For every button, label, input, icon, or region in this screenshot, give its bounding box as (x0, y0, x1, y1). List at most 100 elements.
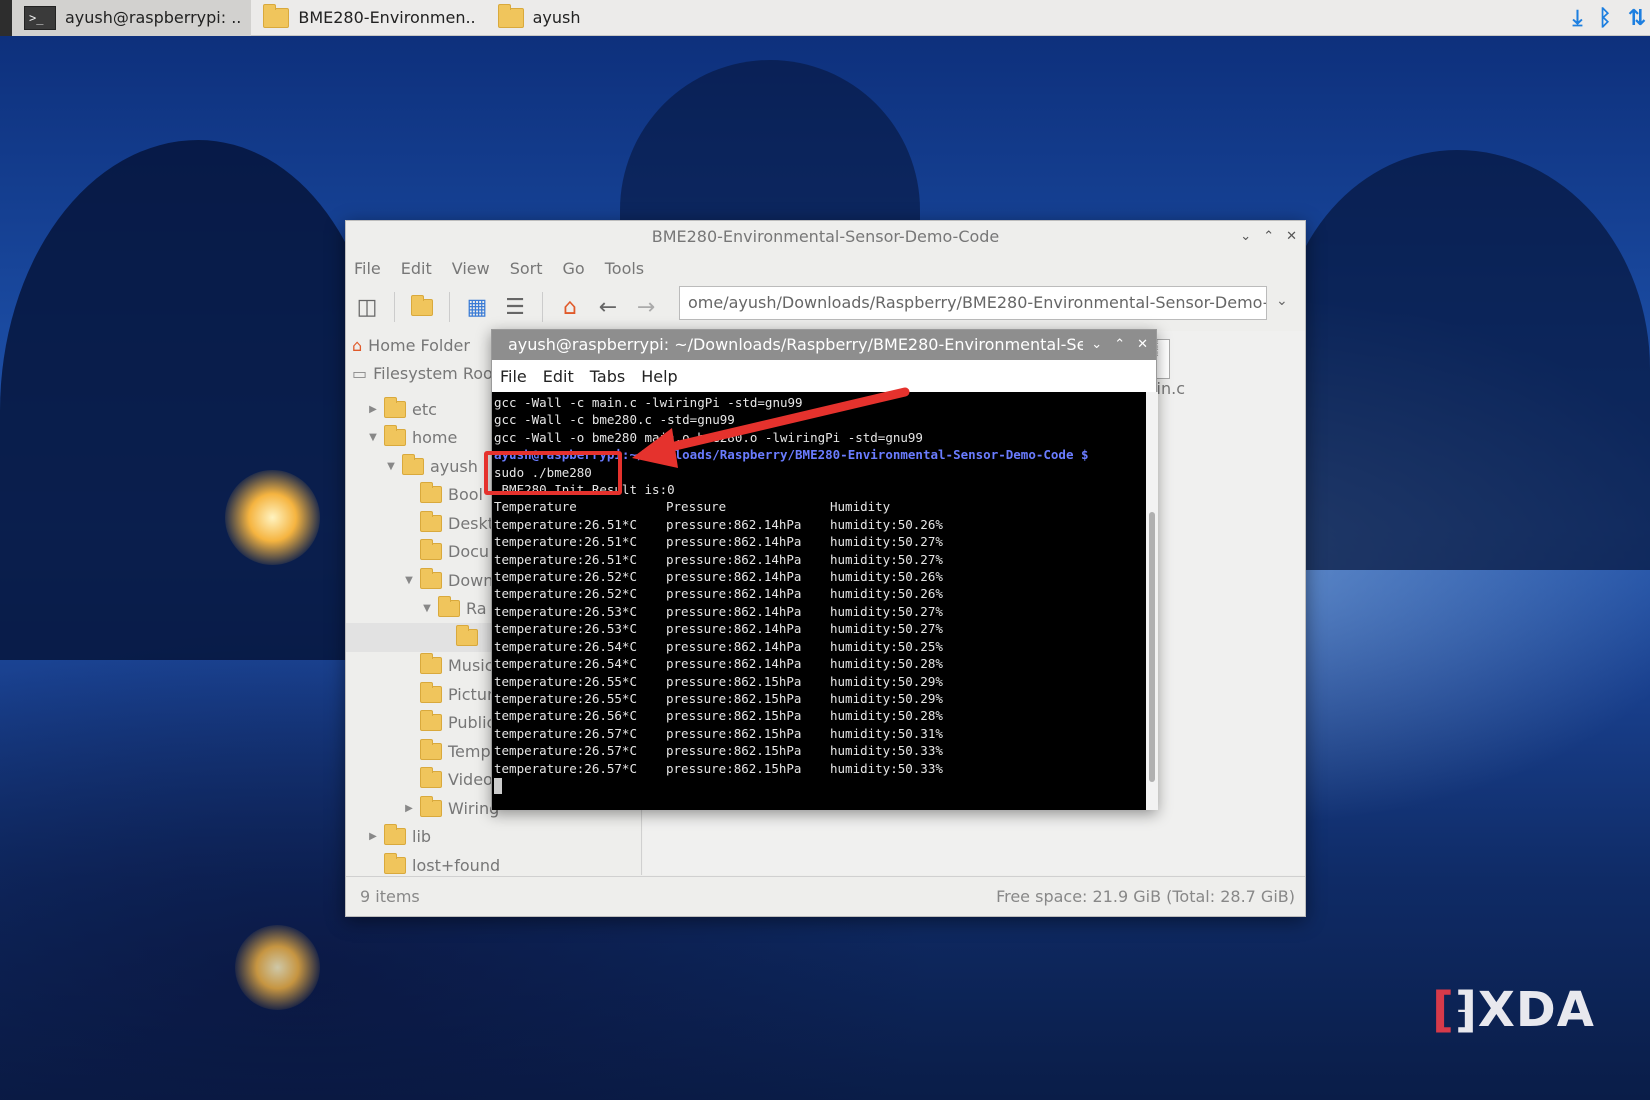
divider (394, 292, 395, 322)
menu-edit[interactable]: Edit (401, 259, 432, 278)
download-icon[interactable]: ⤓ (1573, 6, 1583, 31)
place-label: Home Folder (368, 335, 470, 355)
folder-icon (384, 852, 406, 874)
pressure-value: pressure:862.15hPa (666, 690, 802, 706)
status-bar: 9 items Free space: 21.9 GiB (Total: 28.… (346, 876, 1305, 916)
task-label: ayush (532, 8, 581, 27)
xda-logo: [⁆XDA (1432, 982, 1595, 1038)
temperature-value: temperature:26.57*C (494, 743, 637, 759)
folder-icon (420, 767, 442, 789)
icon-view-icon[interactable]: ▦ (462, 292, 492, 322)
network-icon[interactable]: ⇅ (1628, 6, 1646, 31)
window-titlebar[interactable]: BME280-Environmental-Sensor-Demo-Code ⌄ … (346, 221, 1305, 253)
folder-icon (384, 824, 406, 846)
folder-icon (411, 294, 433, 316)
tree-item[interactable]: lost+found (346, 851, 641, 875)
taskbar: >_ ayush@raspberrypi: .. BME280-Environm… (0, 0, 1650, 36)
toggle-sidebar-icon[interactable]: ◫ (352, 292, 382, 322)
tree-item-label: lib (412, 827, 432, 847)
humidity-value: humidity:50.29% (830, 673, 943, 689)
new-folder-button[interactable] (407, 292, 437, 322)
place-label: Filesystem Root (373, 363, 500, 383)
close-icon[interactable]: ✕ (1137, 330, 1148, 360)
bluetooth-icon[interactable]: ᛒ (1598, 6, 1611, 31)
annotation-arrow (632, 387, 910, 468)
collapse-arrow-icon[interactable]: ▼ (368, 432, 378, 443)
maximize-icon[interactable]: ⌃ (1263, 221, 1274, 253)
home-icon[interactable]: ⌂ (555, 292, 585, 322)
chevron-down-icon[interactable]: ⌄ (1276, 293, 1288, 309)
temperature-value: temperature:26.54*C (494, 638, 637, 654)
folder-icon (402, 453, 424, 475)
expand-arrow-icon[interactable]: ▶ (368, 404, 378, 415)
humidity-value: humidity:50.27% (830, 621, 943, 637)
forward-arrow-icon[interactable]: → (631, 292, 661, 322)
tree-item-label: Docu (448, 542, 490, 562)
free-space: Free space: 21.9 GiB (Total: 28.7 GiB) (996, 887, 1295, 906)
maximize-icon[interactable]: ⌃ (1114, 330, 1125, 360)
system-tray: ⤓ ᛒ ⇅ (1573, 0, 1650, 36)
reading-row: temperature:26.57*C pressure:862.15hPa hum… (494, 725, 1146, 742)
minimize-icon[interactable]: ⌄ (1091, 330, 1102, 360)
mountain-right (1280, 150, 1650, 570)
address-bar[interactable]: ome/ayush/Downloads/Raspberry/BME280-Env… (679, 286, 1267, 320)
humidity-value: humidity:50.33% (830, 760, 943, 776)
reading-row: temperature:26.53*C pressure:862.14hPa hum… (494, 603, 1146, 620)
expand-arrow-icon[interactable]: ▶ (404, 803, 414, 814)
menu-go[interactable]: Go (563, 259, 585, 278)
pressure-value: pressure:862.14hPa (666, 569, 802, 585)
collapse-arrow-icon[interactable]: ▼ (404, 575, 414, 586)
divider (542, 292, 543, 322)
temperature-value: temperature:26.52*C (494, 586, 637, 602)
temperature-value: temperature:26.53*C (494, 603, 637, 619)
folder-icon (420, 539, 442, 561)
terminal-cursor (494, 777, 502, 794)
task-terminal[interactable]: >_ ayush@raspberrypi: .. (12, 0, 252, 36)
menu-file[interactable]: File (500, 367, 527, 386)
pressure-value: pressure:862.15hPa (666, 673, 802, 689)
folder-icon (420, 510, 442, 532)
reading-row: temperature:26.51*C pressure:862.14hPa hum… (494, 533, 1146, 550)
tree-item-label: Video (448, 770, 493, 790)
folder-icon (420, 653, 442, 675)
collapse-arrow-icon[interactable]: ▼ (422, 603, 432, 614)
menu-tools[interactable]: Tools (605, 259, 644, 278)
scrollbar-thumb[interactable] (1149, 512, 1155, 782)
reading-row: temperature:26.54*C pressure:862.14hPa hum… (494, 655, 1146, 672)
menu-sort[interactable]: Sort (510, 259, 543, 278)
terminal-titlebar[interactable]: ayush@raspberrypi: ~/Downloads/Raspberry… (492, 330, 1156, 360)
mountain-left (0, 140, 380, 660)
tree-item-label: Temp (448, 741, 491, 761)
folder-icon (420, 567, 442, 589)
menu-file[interactable]: File (354, 259, 381, 278)
tree-item[interactable]: ▶ lib (346, 823, 641, 852)
task-file-manager[interactable]: BME280-Environmen.. (251, 0, 485, 36)
lantern-glow (225, 470, 320, 565)
scrollbar[interactable] (1146, 392, 1158, 810)
window-title: BME280-Environmental-Sensor-Demo-Code (651, 227, 1000, 246)
expand-arrow-icon[interactable]: ▶ (368, 831, 378, 842)
close-icon[interactable]: ✕ (1286, 221, 1297, 253)
column-header: Humidity (830, 499, 891, 515)
temperature-value: temperature:26.54*C (494, 656, 637, 672)
humidity-value: humidity:50.25% (830, 638, 943, 654)
pressure-value: pressure:862.15hPa (666, 760, 802, 776)
tree-item-label: Deskt (448, 513, 495, 533)
collapse-arrow-icon[interactable]: ▼ (386, 461, 396, 472)
list-view-icon[interactable]: ☰ (500, 292, 530, 322)
task-home-folder[interactable]: ayush (486, 0, 591, 36)
menu-edit[interactable]: Edit (543, 367, 574, 386)
minimize-icon[interactable]: ⌄ (1240, 221, 1251, 253)
menu-view[interactable]: View (452, 259, 490, 278)
back-arrow-icon[interactable]: ← (593, 292, 623, 322)
item-count: 9 items (360, 887, 420, 906)
humidity-value: humidity:50.27% (830, 603, 943, 619)
column-header: Pressure (666, 499, 727, 515)
home-icon: ⌂ (352, 335, 363, 355)
humidity-value: humidity:50.27% (830, 551, 943, 567)
menu-button[interactable] (0, 0, 12, 36)
reading-row: temperature:26.52*C pressure:862.14hPa hum… (494, 568, 1146, 585)
terminal-title: ayush@raspberrypi: ~/Downloads/Raspberry… (508, 335, 1136, 354)
humidity-value: humidity:50.31% (830, 725, 943, 741)
tree-item-label: etc (412, 399, 437, 419)
